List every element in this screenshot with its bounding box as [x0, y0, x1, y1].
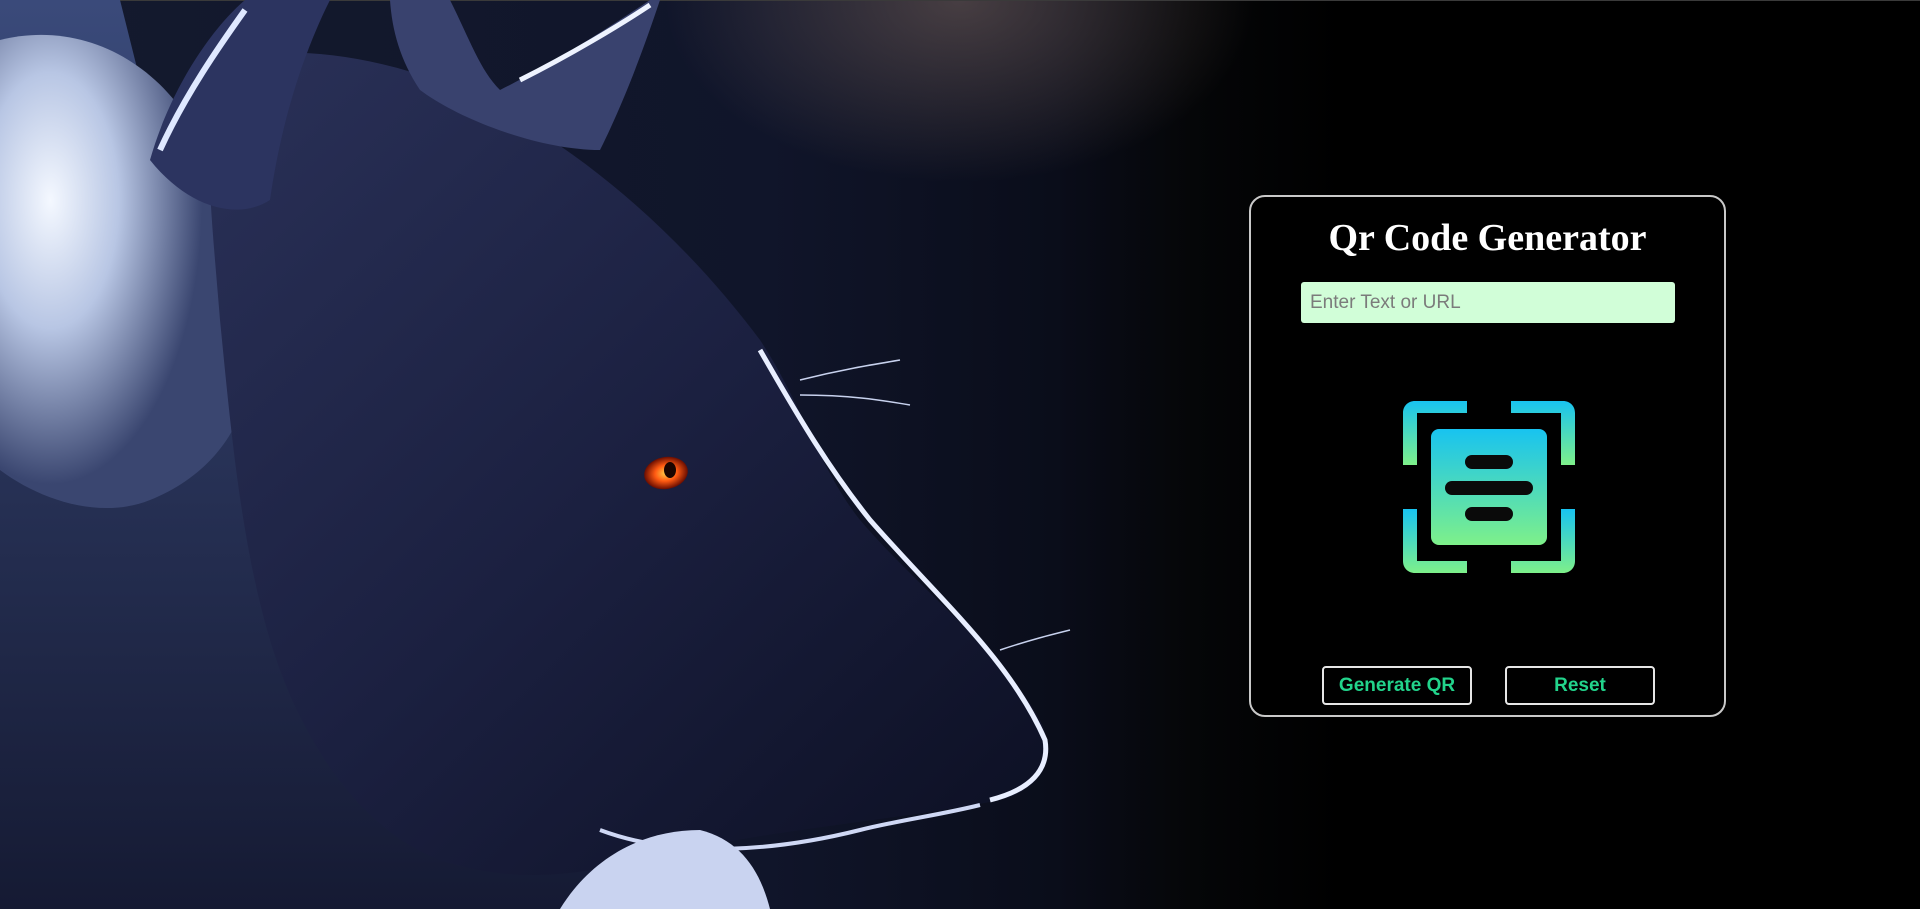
generate-qr-button[interactable]: Generate QR — [1322, 666, 1472, 705]
text-or-url-input[interactable] — [1301, 282, 1675, 323]
qr-generator-card: Qr Code Generator Enter Text or URL Gene… — [1249, 195, 1726, 717]
qr-scan-document-icon — [1403, 401, 1575, 573]
card-title: Qr Code Generator — [1328, 217, 1647, 259]
reset-button[interactable]: Reset — [1505, 666, 1655, 705]
wolf-illustration — [0, 0, 1071, 909]
page-background: Qr Code Generator Enter Text or URL Gene… — [0, 0, 1920, 909]
